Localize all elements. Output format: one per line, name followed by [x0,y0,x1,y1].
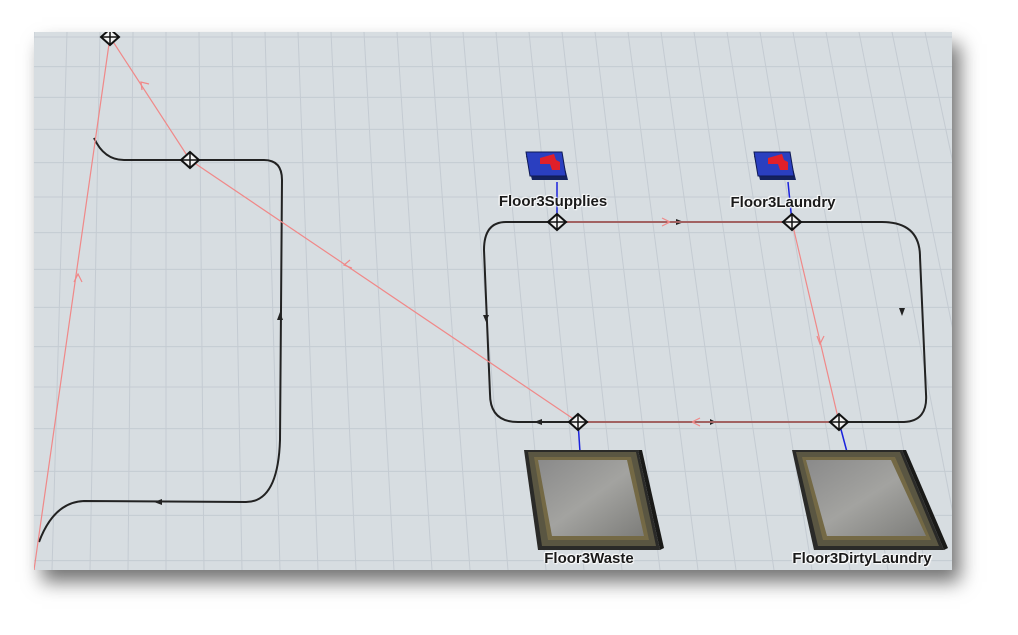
floor3-waste-label: Floor3Waste [544,550,634,567]
queue-platform-icon [524,450,664,550]
network-node[interactable] [781,212,803,232]
scene-canvas[interactable] [34,32,952,570]
connector-arrow [342,259,353,269]
node-crosshair-icon [830,414,848,430]
node-crosshair-icon [181,152,199,168]
path-arrow [154,499,162,505]
source-icon [753,151,796,180]
grid-line [297,32,319,570]
network-node[interactable] [546,212,568,232]
connector-arrow [816,335,825,346]
network-node[interactable] [179,150,201,170]
path-arrow [483,315,489,322]
floor3-laundry-label: Floor3Laundry [730,194,836,211]
grid-line [396,32,433,570]
grid-line [264,32,281,570]
left-loop-path[interactable] [38,137,284,543]
grid-line [51,32,68,570]
path-arrow [277,312,283,320]
path-arrow [534,419,542,425]
floor3-waste-object[interactable] [524,450,664,550]
grid-line [198,32,205,570]
floor3-supplies-label: Floor3Supplies [498,193,608,210]
grid-line [89,32,101,570]
floor3-laundry-object[interactable] [753,151,796,180]
network-node[interactable] [567,412,589,432]
grid-line [429,32,471,570]
network-node[interactable] [828,412,850,432]
right-loop-path[interactable] [482,221,928,423]
grid-line [726,32,813,570]
connector-arrows [73,81,825,427]
network-node[interactable] [99,32,121,47]
path-arrow [899,308,905,316]
model-3d-view[interactable]: Floor3Supplies Floor3Laundry Floor3Waste… [34,32,952,570]
floor3-dirty-laundry-label: Floor3DirtyLaundry [792,550,932,567]
node-crosshair-icon [783,214,801,230]
queue-platform-icon [792,450,948,550]
floor3-dirty-laundry-object[interactable] [792,450,948,550]
floor3-supplies-object[interactable] [525,151,568,180]
grid-line [693,32,775,570]
grid-line [127,32,134,570]
grid-line [660,32,737,570]
connector-line [34,36,111,570]
node-crosshair-icon [548,214,566,230]
source-icon [525,151,568,180]
node-crosshair-icon [569,414,587,430]
grid-line [330,32,357,570]
grid-line [231,32,243,570]
grid-line [363,32,395,570]
connector-line [109,36,191,161]
